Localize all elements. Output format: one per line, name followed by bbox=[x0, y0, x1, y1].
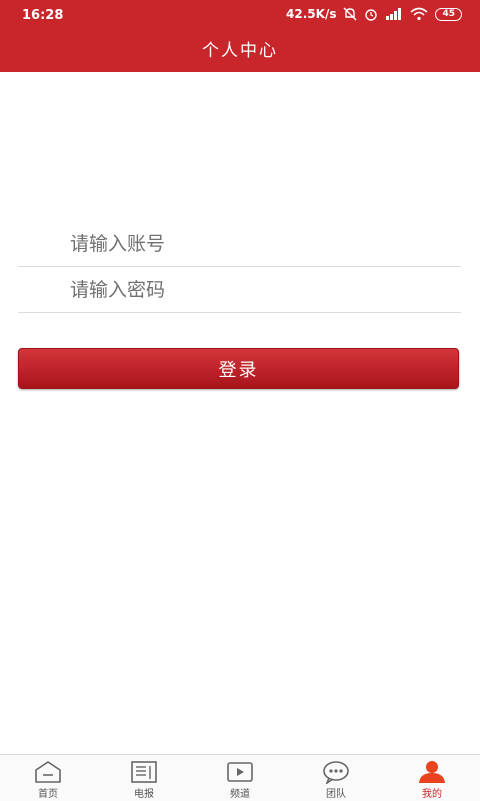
bottom-tab-bar: 首页 电报 频道 团队 我的 bbox=[0, 754, 480, 801]
mute-bell-icon bbox=[343, 7, 357, 21]
tab-home[interactable]: 首页 bbox=[0, 755, 96, 801]
newspaper-icon bbox=[131, 761, 157, 783]
tab-channel[interactable]: 频道 bbox=[192, 755, 288, 801]
tab-telegraph-label: 电报 bbox=[134, 789, 154, 800]
tab-mine[interactable]: 我的 bbox=[384, 755, 480, 801]
wifi-icon bbox=[410, 7, 428, 21]
battery-indicator: 45 bbox=[435, 7, 462, 21]
tab-telegraph[interactable]: 电报 bbox=[96, 755, 192, 801]
page-title: 个人中心 bbox=[202, 41, 278, 61]
password-field bbox=[18, 264, 461, 313]
password-input[interactable] bbox=[68, 274, 452, 306]
status-indicators: 42.5K/s 45 bbox=[286, 7, 462, 21]
tab-team-label: 团队 bbox=[326, 789, 346, 800]
login-button[interactable]: 登录 bbox=[18, 348, 459, 389]
title-bar: 个人中心 bbox=[0, 30, 480, 72]
account-input[interactable] bbox=[68, 228, 452, 260]
status-time: 16:28 bbox=[22, 8, 64, 23]
home-icon bbox=[35, 761, 61, 783]
account-field bbox=[18, 218, 461, 267]
tab-mine-label: 我的 bbox=[422, 789, 442, 800]
user-icon bbox=[419, 761, 445, 783]
tab-team[interactable]: 团队 bbox=[288, 755, 384, 801]
chat-icon bbox=[323, 761, 349, 784]
play-icon bbox=[227, 762, 253, 782]
signal-icon bbox=[386, 8, 402, 20]
tab-home-label: 首页 bbox=[38, 789, 58, 800]
status-bar: 16:28 42.5K/s 45 bbox=[0, 0, 480, 30]
tab-channel-label: 频道 bbox=[230, 789, 250, 800]
network-speed: 42.5K/s bbox=[286, 7, 337, 21]
alarm-icon bbox=[365, 9, 378, 21]
